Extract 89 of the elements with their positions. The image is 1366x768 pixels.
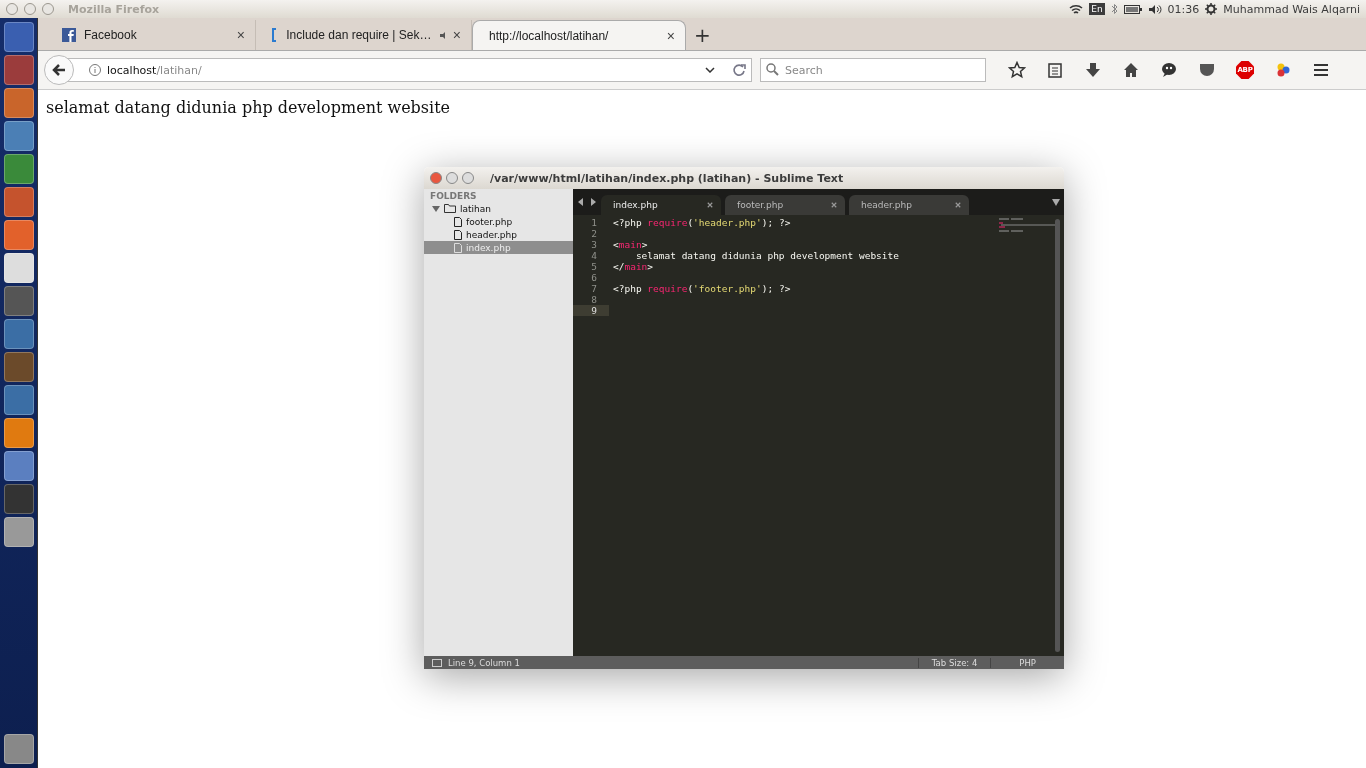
file-icon <box>454 216 462 227</box>
search-icon <box>766 63 779 76</box>
new-tab-button[interactable]: + <box>694 23 711 50</box>
menu-icon[interactable] <box>1312 61 1330 79</box>
file-item[interactable]: header.php <box>424 228 573 241</box>
folder-item[interactable]: latihan <box>424 202 573 215</box>
folder-icon <box>444 204 456 213</box>
app-launcher-icon[interactable] <box>3 121 34 151</box>
code-line: <main> <box>613 239 648 250</box>
tab-nav-arrows-icon[interactable] <box>577 198 597 206</box>
chat-icon[interactable] <box>1160 61 1178 79</box>
app-launcher-icon[interactable] <box>3 451 34 481</box>
line-number: 7 <box>590 283 598 294</box>
maximize-button[interactable] <box>462 172 474 184</box>
url-host: localhost <box>107 63 157 77</box>
clock[interactable]: 01:36 <box>1167 2 1200 16</box>
pocket-icon[interactable] <box>1198 61 1216 79</box>
app-launcher-icon[interactable] <box>3 187 34 217</box>
sidebar-header: FOLDERS <box>429 191 478 202</box>
tab-size[interactable]: Tab Size: 4 <box>917 657 991 668</box>
app-launcher-icon[interactable] <box>3 385 34 415</box>
line-number: 1 <box>590 217 598 228</box>
dropdown-triangle-icon[interactable] <box>1052 198 1060 206</box>
chevron-down-icon[interactable] <box>705 67 715 73</box>
window-title: /var/www/html/latihan/index.php (latihan) - Sublime Text <box>490 171 844 185</box>
app-launcher-icon[interactable] <box>3 88 34 118</box>
code-line: selamat datang didunia php development website <box>634 250 899 261</box>
close-button[interactable] <box>430 172 442 184</box>
app-launcher-icon[interactable] <box>3 154 34 184</box>
close-button[interactable]: × <box>236 27 245 43</box>
line-number: 3 <box>590 239 598 250</box>
file-name: header.php <box>466 229 517 240</box>
line-number: 4 <box>590 250 598 261</box>
code-line: <?php require('footer.php'); ?> <box>613 283 791 294</box>
bluetooth-icon[interactable] <box>1110 3 1118 15</box>
line-number: 5 <box>590 261 598 272</box>
code-line: <?php require('header.php'); ?> <box>613 217 791 228</box>
file-item[interactable]: footer.php <box>424 215 573 228</box>
syntax-mode[interactable]: PHP <box>990 657 1064 668</box>
code-line: </main> <box>613 261 654 272</box>
browser-tab[interactable]: http://localhost/latihan/ × <box>472 20 686 50</box>
info-icon[interactable] <box>89 64 101 76</box>
minimap-drawing[interactable] <box>999 218 1055 234</box>
facebook-icon <box>62 28 76 42</box>
line-number: 8 <box>590 294 598 305</box>
line-number: 9 <box>573 305 609 316</box>
app-launcher-icon[interactable] <box>3 319 34 349</box>
window-title: Mozilla Firefox <box>68 2 161 16</box>
app-launcher-icon[interactable] <box>3 418 34 448</box>
url-path: /latihan/ <box>156 63 202 77</box>
app-launcher-icon[interactable] <box>3 253 34 283</box>
back-arrow-icon <box>52 63 66 77</box>
download-icon[interactable] <box>1084 61 1102 79</box>
clipboard-icon[interactable] <box>1046 61 1064 79</box>
folder-name: latihan <box>460 203 491 214</box>
panel-toggle-icon[interactable] <box>432 658 442 667</box>
file-icon <box>454 242 462 253</box>
page-text: selamat datang didunia php development website <box>46 98 452 117</box>
line-number: 6 <box>590 272 598 283</box>
cursor-position: Line 9, Column 1 <box>448 657 521 668</box>
search-field[interactable]: Search <box>760 58 986 82</box>
close-icon[interactable] <box>831 202 837 208</box>
keyboard-indicator[interactable]: En <box>1089 3 1105 15</box>
file-name: index.php <box>466 242 511 253</box>
minimize-button[interactable] <box>446 172 458 184</box>
caret-icon[interactable] <box>432 204 440 213</box>
line-number: 2 <box>590 228 598 239</box>
back-button[interactable] <box>44 55 74 85</box>
battery-icon[interactable] <box>1123 4 1142 14</box>
gear-icon[interactable] <box>1205 3 1218 15</box>
file-name: footer.php <box>466 216 513 227</box>
brackets-icon <box>272 28 279 42</box>
wifi-icon[interactable] <box>1069 3 1084 15</box>
user-name[interactable]: Muhammad Wais Alqarni <box>1223 2 1360 16</box>
close-icon[interactable] <box>707 202 713 208</box>
star-icon[interactable] <box>1008 61 1026 79</box>
file-icon <box>454 229 462 240</box>
close-button[interactable]: × <box>452 27 461 43</box>
speaker-icon[interactable] <box>1147 3 1162 15</box>
editor-tab[interactable]: header.php <box>849 195 969 215</box>
home-icon[interactable] <box>1122 61 1140 79</box>
editor-tab[interactable]: footer.php <box>725 195 845 215</box>
close-icon[interactable] <box>955 202 961 208</box>
close-button[interactable]: × <box>666 27 675 44</box>
app-launcher-icon[interactable] <box>3 220 34 250</box>
editor-tab[interactable]: index.php <box>601 195 721 215</box>
scrollbar[interactable] <box>1055 219 1060 652</box>
app-launcher-icon[interactable] <box>3 517 34 547</box>
address-bar[interactable]: localhost/latihan/ <box>68 58 752 82</box>
